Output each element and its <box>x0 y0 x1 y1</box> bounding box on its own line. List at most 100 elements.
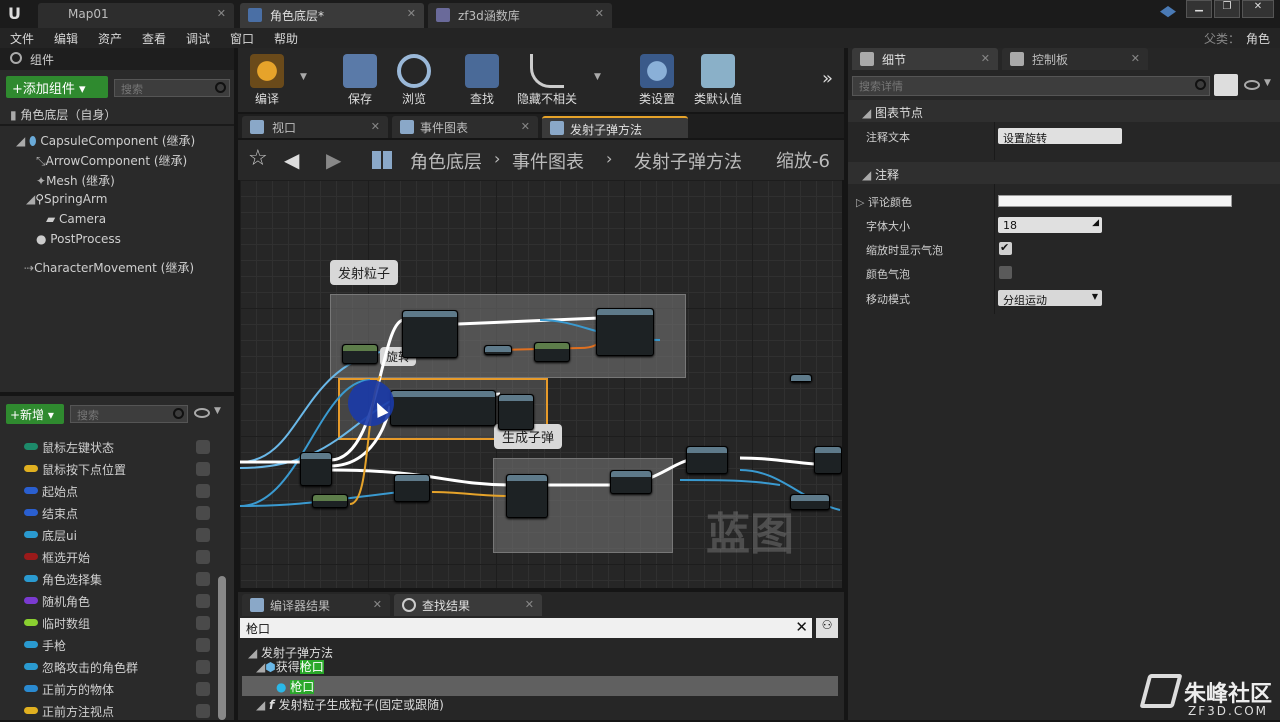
tab-viewport[interactable]: 视口 ✕ <box>242 116 388 138</box>
back-arrow-icon[interactable]: ◀ <box>284 148 299 172</box>
tree-item-arrow[interactable]: ⤡ArrowComponent (继承) <box>36 152 187 172</box>
scrollbar[interactable] <box>218 576 226 720</box>
menu-debug[interactable]: 调试 <box>186 30 210 47</box>
variables-search-input[interactable]: 搜索 <box>70 405 188 423</box>
tree-item-capsule[interactable]: ◢ ⬮ CapsuleComponent (继承) <box>16 132 195 152</box>
visibility-eye-icon[interactable] <box>196 462 210 476</box>
visibility-eye-icon[interactable] <box>196 704 210 718</box>
close-icon[interactable]: ✕ <box>371 120 380 133</box>
menu-edit[interactable]: 编辑 <box>54 30 78 47</box>
move-mode-dropdown[interactable]: 分组运动 ▼ <box>998 290 1102 307</box>
visibility-eye-icon[interactable] <box>196 682 210 696</box>
zoom-bubble-checkbox[interactable]: ✔ <box>999 241 1012 255</box>
graph-node[interactable] <box>390 390 496 426</box>
tab-map01[interactable]: Map01 ✕ <box>38 3 234 28</box>
minimize-button[interactable]: ▁ <box>1186 0 1212 18</box>
menu-window[interactable]: 窗口 <box>230 30 254 47</box>
tree-item-camera[interactable]: ▰ Camera <box>46 212 106 232</box>
menu-asset[interactable]: 资产 <box>98 30 122 47</box>
variable-item[interactable]: 角色选择集 <box>0 568 216 590</box>
class-settings-button[interactable]: 类设置 <box>630 48 684 110</box>
close-icon[interactable]: ✕ <box>521 120 530 133</box>
close-icon[interactable]: ✕ <box>373 598 382 611</box>
variable-item[interactable]: 正前方的物体 <box>0 678 216 700</box>
close-window-button[interactable]: ✕ <box>1242 0 1274 18</box>
visibility-eye-icon[interactable] <box>196 572 210 586</box>
visibility-eye-icon[interactable] <box>196 440 210 454</box>
graph-node[interactable] <box>790 374 812 382</box>
visibility-eye-icon[interactable] <box>196 660 210 674</box>
tab-event-graph[interactable]: 事件图表 ✕ <box>392 116 538 138</box>
graph-node[interactable] <box>790 494 830 510</box>
eye-icon[interactable] <box>194 408 210 418</box>
visibility-eye-icon[interactable] <box>196 484 210 498</box>
visibility-eye-icon[interactable] <box>196 638 210 652</box>
variable-item[interactable]: 起始点 <box>0 480 216 502</box>
comment-text-field[interactable]: 设置旋转 <box>998 128 1122 145</box>
more-chevron-icon[interactable]: » <box>822 68 833 89</box>
tree-root[interactable]: ▮ 角色底层（自身） <box>10 106 116 126</box>
menu-file[interactable]: 文件 <box>10 30 34 47</box>
hide-unrelated-button[interactable]: 隐藏不相关 <box>512 48 582 110</box>
graph-node[interactable] <box>534 342 570 362</box>
close-icon[interactable]: ✕ <box>217 7 226 20</box>
variable-item[interactable]: 鼠标左键状态 <box>0 436 216 458</box>
graph-node[interactable] <box>498 394 534 430</box>
find-input[interactable]: 枪口 ✕ <box>240 618 812 638</box>
tree-item-mesh[interactable]: ✦Mesh (继承) <box>36 172 115 192</box>
binoculars-button[interactable]: ⚇ <box>816 618 838 638</box>
visibility-eye-icon[interactable] <box>196 506 210 520</box>
result-row[interactable]: ◢⬢获得枪口 <box>242 658 838 676</box>
graph-node[interactable] <box>402 310 458 358</box>
eye-icon[interactable] <box>1244 80 1260 90</box>
tab-function-library[interactable]: zf3d涵数库 ✕ <box>428 3 612 28</box>
variable-item[interactable]: 手枪 <box>0 634 216 656</box>
breadcrumb-root[interactable]: 角色底层 <box>410 148 482 174</box>
maximize-button[interactable]: ❐ <box>1214 0 1240 18</box>
new-button[interactable]: +新增 ▾ <box>6 404 64 424</box>
graph-node[interactable] <box>506 474 548 518</box>
browse-button[interactable]: 浏览 <box>388 48 440 110</box>
breadcrumb-function[interactable]: 发射子弹方法 <box>634 148 742 174</box>
chevron-down-icon[interactable]: ▼ <box>214 406 221 416</box>
color-bubble-checkbox[interactable] <box>999 266 1012 279</box>
graph-node[interactable] <box>484 345 512 355</box>
variable-item[interactable]: 忽略攻击的角色群 <box>0 656 216 678</box>
chevron-down-icon[interactable]: ▼ <box>1264 78 1271 88</box>
graph-node[interactable] <box>596 308 654 356</box>
visibility-eye-icon[interactable] <box>196 594 210 608</box>
list-view-icon[interactable] <box>1214 74 1238 96</box>
result-row-selected[interactable]: ● 枪口 <box>242 676 838 696</box>
visibility-eye-icon[interactable] <box>196 550 210 564</box>
comment-color-swatch[interactable] <box>998 195 1232 207</box>
graph-canvas[interactable]: 发射粒子 旋转 生成子弹 蓝图 <box>240 180 842 588</box>
star-icon[interactable]: ☆ <box>248 146 268 171</box>
chevron-down-icon[interactable]: ▼ <box>594 72 601 82</box>
variable-item[interactable]: 结束点 <box>0 502 216 524</box>
graph-node[interactable] <box>610 470 652 494</box>
result-row[interactable]: ◢ f 发射粒子生成粒子(固定或跟随) <box>242 696 838 714</box>
graph-node[interactable] <box>394 474 430 502</box>
graph-node[interactable] <box>342 344 378 364</box>
components-tab[interactable]: 组件 <box>0 48 234 70</box>
menu-help[interactable]: 帮助 <box>274 30 298 47</box>
section-comment[interactable]: ◢ 注释 <box>848 162 1280 184</box>
forward-arrow-icon[interactable]: ▶ <box>326 148 341 172</box>
variable-item[interactable]: 底层ui <box>0 524 216 546</box>
tab-character-base[interactable]: 角色底层* ✕ <box>240 3 424 28</box>
clear-icon[interactable]: ✕ <box>795 618 808 636</box>
visibility-eye-icon[interactable] <box>196 528 210 542</box>
variable-item[interactable]: 正前方注视点 <box>0 700 216 722</box>
close-icon[interactable]: ✕ <box>595 7 604 20</box>
visibility-eye-icon[interactable] <box>196 616 210 630</box>
add-component-button[interactable]: +添加组件 ▾ <box>6 76 108 98</box>
graph-node[interactable] <box>300 452 332 486</box>
variable-item[interactable]: 鼠标按下点位置 <box>0 458 216 480</box>
find-button[interactable]: 查找 <box>456 48 508 110</box>
tab-details[interactable]: 细节 ✕ <box>852 48 998 70</box>
tab-palette[interactable]: 控制板 ✕ <box>1002 48 1148 70</box>
details-search-input[interactable]: 搜索详情 <box>852 76 1210 96</box>
components-search-input[interactable]: 搜索 <box>114 79 230 97</box>
close-icon[interactable]: ✕ <box>525 598 534 611</box>
save-button[interactable]: 保存 <box>334 48 386 110</box>
